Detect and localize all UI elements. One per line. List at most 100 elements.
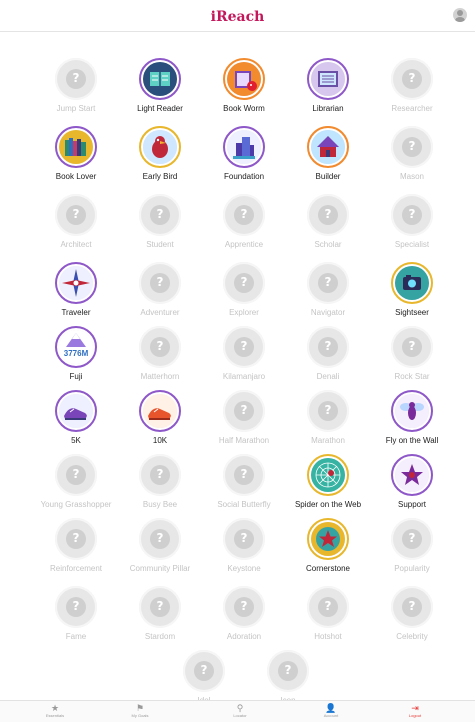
locked-glyph: ? [408, 71, 416, 85]
badge-jump-start[interactable]: ? Jump Start [34, 58, 118, 113]
badge-architect[interactable]: ? Architect [34, 194, 118, 249]
badge-label: Researcher [391, 104, 433, 113]
badge-navigator[interactable]: ? Navigator [286, 262, 370, 317]
question-icon: ? [307, 326, 349, 368]
badge-adoration[interactable]: ? Adoration [202, 586, 286, 641]
badge-5k[interactable]: 5K [34, 390, 118, 445]
question-icon: ? [139, 262, 181, 304]
badge-cornerstone[interactable]: Cornerstone [286, 518, 370, 573]
tab-locator[interactable]: ⚲ Locator [205, 703, 275, 718]
question-icon: ? [391, 194, 433, 236]
badge-builder[interactable]: Builder [286, 126, 370, 181]
badge-label: Book Lover [55, 172, 97, 181]
badge-fame[interactable]: ? Fame [34, 586, 118, 641]
badge-fly-on-the-wall[interactable]: Fly on the Wall [370, 390, 454, 445]
badge-matterhorn[interactable]: ? Matterhorn [118, 326, 202, 381]
badge-explorer[interactable]: ? Explorer [202, 262, 286, 317]
question-icon: ? [391, 326, 433, 368]
badge-researcher[interactable]: ? Researcher [370, 58, 454, 113]
badge-librarian[interactable]: Librarian [286, 58, 370, 113]
tab-label: Locator [233, 713, 247, 718]
locked-glyph: ? [156, 275, 164, 289]
mountain-icon: 3776M [55, 326, 97, 368]
badge-label: Stardom [144, 632, 176, 641]
locked-glyph: ? [72, 599, 80, 613]
badge-rock-star[interactable]: ? Rock Star [370, 326, 454, 381]
tab-account[interactable]: 👤 Account [296, 703, 366, 718]
running-shoe-icon [55, 390, 97, 432]
badge-marathon[interactable]: ? Marathon [286, 390, 370, 445]
badge-popularity[interactable]: ? Popularity [370, 518, 454, 573]
tab-my-goals[interactable]: ⚑ My Goals [105, 703, 175, 718]
badge-label: Kilamanjaro [222, 372, 266, 381]
badge-label: Scholar [314, 240, 342, 249]
badge-young-grasshopper[interactable]: ? Young Grasshopper [34, 454, 118, 509]
badge-denali[interactable]: ? Denali [286, 326, 370, 381]
question-icon: ? [139, 586, 181, 628]
locked-glyph: ? [156, 599, 164, 613]
locked-glyph: ? [240, 531, 248, 545]
badge-scholar[interactable]: ? Scholar [286, 194, 370, 249]
locked-glyph: ? [156, 531, 164, 545]
badge-student[interactable]: ? Student [118, 194, 202, 249]
badge-label: Keystone [227, 564, 261, 573]
badge-label: 5K [71, 436, 81, 445]
spider-web-icon [307, 454, 349, 496]
badge-celebrity[interactable]: ? Celebrity [370, 586, 454, 641]
badge-foundation[interactable]: Foundation [202, 126, 286, 181]
badge-label: Explorer [229, 308, 259, 317]
badge-support[interactable]: Support [370, 454, 454, 509]
badge-light-reader[interactable]: Light Reader [118, 58, 202, 113]
badge-label: Specialist [394, 240, 430, 249]
tab-label: My Goals [131, 713, 149, 718]
badge-half-marathon[interactable]: ? Half Marathon [202, 390, 286, 445]
badge-icon[interactable]: ?Icon [246, 650, 330, 705]
tab-essentials[interactable]: ★ Essentials [20, 703, 90, 718]
badge-apprentice[interactable]: ? Apprentice [202, 194, 286, 249]
locked-glyph: ? [72, 207, 80, 221]
badge-grid: ? Jump Start Light Reader Book Worm Libraria… [0, 0, 475, 705]
badge-adventurer[interactable]: ? Adventurer [118, 262, 202, 317]
question-icon: ? [267, 650, 309, 692]
badge-book-worm[interactable]: Book Worm [202, 58, 286, 113]
locked-glyph: ? [156, 339, 164, 353]
badge-early-bird[interactable]: Early Bird [118, 126, 202, 181]
badge-label: Early Bird [142, 172, 178, 181]
star-support-icon [391, 454, 433, 496]
badge-label: Young Grasshopper [40, 500, 112, 509]
question-icon: ? [307, 194, 349, 236]
badge-kilamanjaro[interactable]: ? Kilamanjaro [202, 326, 286, 381]
badge-book-lover[interactable]: Book Lover [34, 126, 118, 181]
badge-label: Matterhorn [140, 372, 180, 381]
badge-mason[interactable]: ? Mason [370, 126, 454, 181]
badge-spider-on-the-web[interactable]: Spider on the Web [286, 454, 370, 509]
badge-hotshot[interactable]: ? Hotshot [286, 586, 370, 641]
badge-label: Adventurer [140, 308, 180, 317]
house-icon [307, 126, 349, 168]
badge-reinforcement[interactable]: ? Reinforcement [34, 518, 118, 573]
badge-idol[interactable]: ?Idol [162, 650, 246, 705]
question-icon: ? [391, 518, 433, 560]
badge-sightseer[interactable]: Sightseer [370, 262, 454, 317]
badge-label: Celebrity [396, 632, 428, 641]
badge-keystone[interactable]: ? Keystone [202, 518, 286, 573]
question-icon: ? [391, 586, 433, 628]
badge-label: Half Marathon [218, 436, 270, 445]
badge-10k[interactable]: 10K [118, 390, 202, 445]
badge-fuji[interactable]: 3776M Fuji [34, 326, 118, 381]
badge-social-butterfly[interactable]: ? Social Butterfly [202, 454, 286, 509]
question-icon: ? [307, 390, 349, 432]
person-icon: 👤 [325, 703, 337, 713]
question-icon: ? [223, 518, 265, 560]
locked-glyph: ? [200, 663, 208, 677]
locked-glyph: ? [240, 599, 248, 613]
badge-specialist[interactable]: ? Specialist [370, 194, 454, 249]
tab-logout[interactable]: ⇥ Logout [380, 703, 450, 718]
badge-art-text: 3776M [64, 349, 89, 358]
star-stone-icon [307, 518, 349, 560]
badge-traveler[interactable]: Traveler [34, 262, 118, 317]
badge-community-pillar[interactable]: ? Community Pillar [118, 518, 202, 573]
badge-busy-bee[interactable]: ? Busy Bee [118, 454, 202, 509]
badge-stardom[interactable]: ? Stardom [118, 586, 202, 641]
open-book-icon [139, 58, 181, 100]
